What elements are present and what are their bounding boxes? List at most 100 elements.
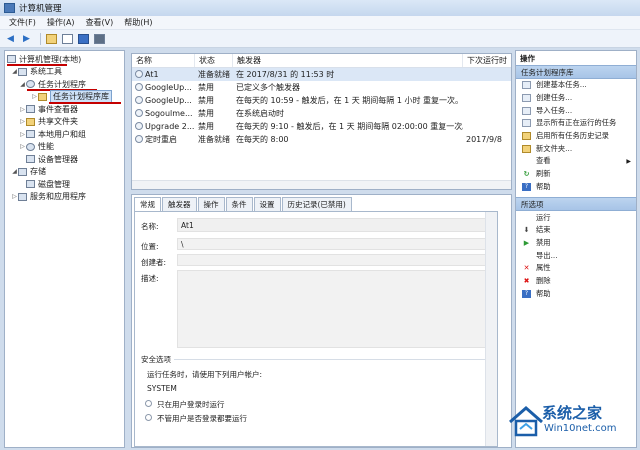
action-view[interactable]: 查看 ▶ [516, 155, 636, 168]
action-help-selected[interactable]: ? 帮助 [516, 287, 636, 300]
author-field [177, 254, 495, 266]
action-import-task[interactable]: 导入任务... [516, 104, 636, 117]
tab-settings[interactable]: 设置 [253, 197, 281, 211]
task-row[interactable]: 定时重启 准备就绪 在每天的 8:00 2017/9/8 [132, 133, 511, 146]
tree-item-label: 服务和应用程序 [30, 192, 86, 202]
horizontal-scrollbar[interactable] [132, 180, 511, 189]
action-export[interactable]: 导出... [516, 249, 636, 262]
task-name: At1 [145, 70, 159, 79]
tree-item-event-viewer[interactable]: ▷ 事件查看器 [5, 103, 124, 116]
menu-view[interactable]: 查看(V) [81, 17, 120, 28]
task-row[interactable]: At1 准备就绪 在 2017/8/31 的 11:53 时 [132, 68, 511, 81]
shared-folder-icon [26, 117, 35, 126]
tree-item-label: 事件查看器 [38, 104, 78, 114]
task-icon [135, 135, 143, 143]
task-row[interactable]: GoogleUp... 禁用 在每天的 10:59 - 触发后，在 1 天 期间… [132, 94, 511, 107]
detail-tabs: 常规 触发器 操作 条件 设置 历史记录(已禁用) [134, 197, 353, 211]
tab-general[interactable]: 常规 [134, 197, 161, 211]
history-icon [522, 132, 531, 141]
tree-item-shared-folders[interactable]: ▷ 共享文件夹 [5, 116, 124, 129]
tab-conditions[interactable]: 条件 [225, 197, 253, 211]
description-field[interactable] [177, 270, 495, 348]
expand-twisty[interactable]: ▷ [19, 118, 26, 125]
tree-item-storage[interactable]: ◢ 存储 [5, 166, 124, 179]
back-icon[interactable]: ◀ [4, 32, 17, 45]
task-trigger: 在每天的 9:10 - 触发后，在 1 天 期间每隔 02:00:00 重复一次… [236, 122, 463, 131]
task-trigger: 在系统启动时 [236, 109, 284, 118]
expand-twisty[interactable]: ◢ [11, 68, 18, 75]
action-label: 创建基本任务... [536, 80, 587, 90]
tree-item-label: 系统工具 [30, 67, 62, 77]
help-icon[interactable] [77, 32, 90, 45]
expand-twisty[interactable]: ▷ [31, 93, 38, 100]
action-disable[interactable]: ▶ 禁用 [516, 237, 636, 250]
action-show-running[interactable]: 显示所有正在运行的任务 [516, 117, 636, 130]
help-icon: ? [522, 289, 531, 298]
expand-twisty[interactable]: ◢ [19, 81, 26, 88]
column-header-name[interactable]: 名称 [132, 54, 195, 67]
tab-actions[interactable]: 操作 [197, 197, 225, 211]
tree-item-performance[interactable]: ▷ 性能 [5, 141, 124, 154]
action-create-task[interactable]: 创建任务... [516, 92, 636, 105]
action-new-folder[interactable]: 新文件夹... [516, 142, 636, 155]
house-logo-icon [509, 406, 543, 437]
general-tab-body: 名称: At1 位置: \ 创建者: 描述: 安全选项 运行任务时，请使用下列用… [134, 211, 498, 447]
column-header-next-run[interactable]: 下次运行时 [463, 54, 511, 67]
action-run[interactable]: 运行 [516, 211, 636, 224]
column-header-trigger[interactable]: 触发器 [233, 54, 463, 67]
expand-twisty[interactable]: ▷ [19, 143, 26, 150]
watermark-title: 系统之家 [542, 404, 603, 422]
column-header-status[interactable]: 状态 [195, 54, 233, 67]
action-create-basic-task[interactable]: 创建基本任务... [516, 79, 636, 92]
action-label: 新文件夹... [536, 143, 573, 153]
menu-file[interactable]: 文件(F) [4, 17, 42, 28]
expand-twisty[interactable]: ◢ [11, 168, 18, 175]
tree-item-device-manager[interactable]: 设备管理器 [5, 153, 124, 166]
forward-icon[interactable]: ▶ [20, 32, 33, 45]
task-status: 准备就绪 [198, 70, 230, 79]
watermark-logo: 系统之家 Win10net.com [508, 390, 640, 450]
task-name: Sogoulme... [145, 109, 193, 118]
tree-item-system-tools[interactable]: ◢ 系统工具 [5, 66, 124, 79]
tree-item-label: 本地用户和组 [38, 129, 86, 139]
task-row[interactable]: Upgrade 2... 禁用 在每天的 9:10 - 触发后，在 1 天 期间… [132, 120, 511, 133]
radio-label-logged-on: 只在用户登录时运行 [157, 400, 225, 409]
action-end[interactable]: ⬇ 结束 [516, 224, 636, 237]
up-folder-icon[interactable] [45, 32, 58, 45]
event-viewer-icon [26, 105, 35, 114]
action-enable-history[interactable]: 启用所有任务历史记录 [516, 130, 636, 143]
tree-item-disk-management[interactable]: 磁盘管理 [5, 178, 124, 191]
task-row[interactable]: Sogoulme... 禁用 在系统启动时 [132, 107, 511, 120]
window-title: 计算机管理 [19, 4, 62, 14]
action-label: 结束 [536, 225, 551, 235]
actions-section-library[interactable]: 任务计划程序库 [516, 65, 636, 79]
actions-pane: 操作 任务计划程序库 创建基本任务... 创建任务... 导入任务... 显示所… [515, 50, 637, 448]
tree-item-services-applications[interactable]: ▷ 服务和应用程序 [5, 191, 124, 204]
task-trigger: 在每天的 8:00 [236, 135, 289, 144]
folder-icon [522, 144, 531, 153]
action-delete[interactable]: ✖ 删除 [516, 275, 636, 288]
action-pane-icon[interactable] [93, 32, 106, 45]
show-hide-tree-icon[interactable] [61, 32, 74, 45]
menu-action[interactable]: 操作(A) [42, 17, 81, 28]
actions-section-selected[interactable]: 所选项 [516, 197, 636, 212]
security-options-label: 安全选项 [141, 354, 174, 365]
tree-item-local-users-groups[interactable]: ▷ 本地用户和组 [5, 128, 124, 141]
action-label: 删除 [536, 275, 551, 285]
expand-twisty[interactable]: ▷ [19, 106, 26, 113]
action-properties[interactable]: ✕ 属性 [516, 262, 636, 275]
name-field[interactable]: At1 [177, 218, 495, 232]
tab-history[interactable]: 历史记录(已禁用) [281, 197, 352, 211]
expand-twisty[interactable]: ▷ [11, 193, 18, 200]
vertical-scrollbar[interactable] [485, 212, 497, 446]
action-refresh[interactable]: ↻ 刷新 [516, 168, 636, 181]
radio-run-whether-logged-on[interactable] [145, 414, 152, 421]
task-icon [135, 96, 143, 104]
task-row[interactable]: GoogleUp... 禁用 已定义多个触发器 [132, 81, 511, 94]
expand-twisty[interactable]: ▷ [19, 131, 26, 138]
tab-triggers[interactable]: 触发器 [162, 197, 197, 211]
action-label: 刷新 [536, 169, 551, 179]
radio-run-when-logged-on[interactable] [145, 400, 152, 407]
action-help[interactable]: ? 帮助 [516, 181, 636, 194]
menu-help[interactable]: 帮助(H) [119, 17, 158, 28]
